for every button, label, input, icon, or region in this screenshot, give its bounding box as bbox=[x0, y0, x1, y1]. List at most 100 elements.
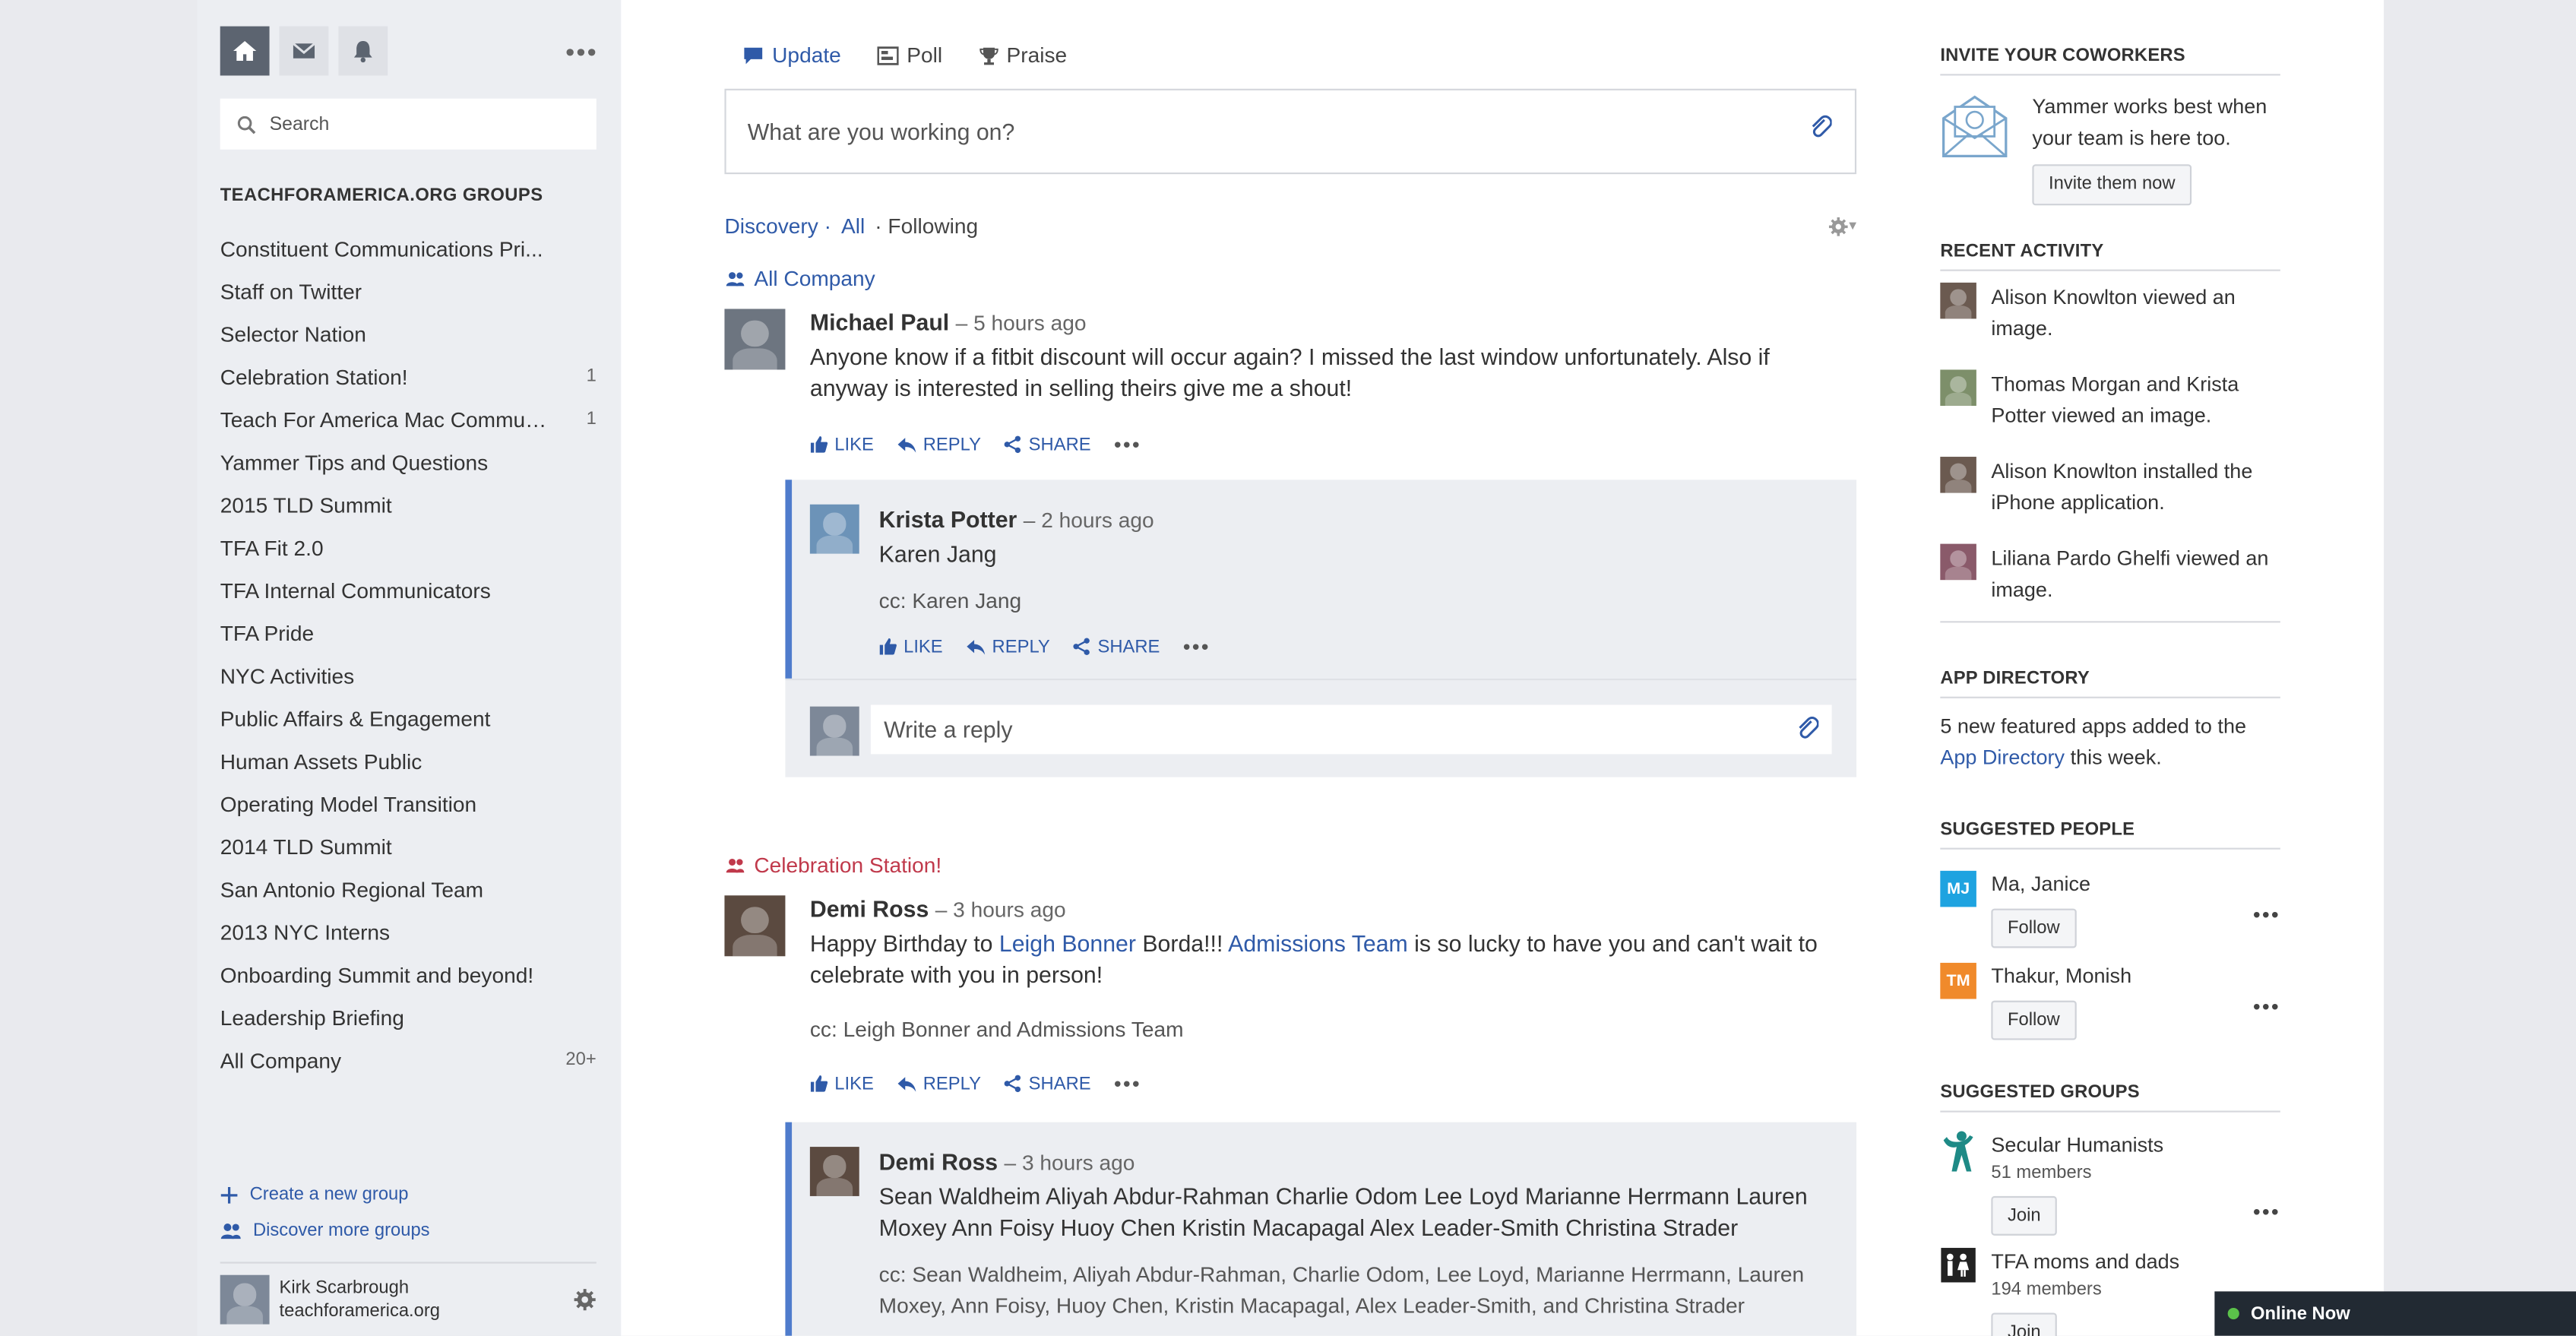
sidebar-group-item[interactable]: 2013 NYC Interns bbox=[220, 910, 597, 953]
more-actions-icon[interactable]: ••• bbox=[1114, 1072, 1141, 1096]
mention-link[interactable]: Leigh Bonner bbox=[999, 930, 1136, 957]
sidebar-group-item[interactable]: 2015 TLD Summit bbox=[220, 483, 597, 526]
sidebar-group-item[interactable]: NYC Activities bbox=[220, 654, 597, 696]
share-icon bbox=[1004, 1075, 1021, 1093]
sidebar-group-item[interactable]: TFA Internal Communicators bbox=[220, 568, 597, 611]
reply-button[interactable]: REPLY bbox=[897, 435, 981, 454]
author-name[interactable]: Demi Ross bbox=[810, 895, 929, 922]
inbox-button[interactable] bbox=[279, 26, 329, 76]
app-directory-text: 5 new featured apps added to the App Dir… bbox=[1940, 714, 2247, 768]
mention-link[interactable]: Karen Jang bbox=[879, 539, 1856, 570]
recent-activity-item[interactable]: Thomas Morgan and Krista Potter viewed a… bbox=[1940, 369, 2280, 430]
create-group-link[interactable]: Create a new group bbox=[220, 1176, 430, 1213]
top-nav bbox=[220, 26, 388, 76]
thread-group-link[interactable]: Celebration Station! bbox=[724, 853, 941, 878]
like-button[interactable]: LIKE bbox=[810, 435, 874, 454]
sidebar-group-item[interactable]: Operating Model Transition bbox=[220, 782, 597, 825]
recent-activity-item[interactable]: Alison Knowlton installed the iPhone app… bbox=[1940, 457, 2280, 518]
filter-all[interactable]: All bbox=[841, 214, 865, 238]
more-actions-icon[interactable]: ••• bbox=[1183, 635, 1210, 659]
like-button[interactable]: LIKE bbox=[810, 1074, 874, 1094]
share-button[interactable]: SHARE bbox=[1004, 435, 1091, 454]
activity-text: Alison Knowlton viewed an image. bbox=[1991, 286, 2236, 340]
sidebar-group-item[interactable]: Leadership Briefing bbox=[220, 996, 597, 1038]
sidebar-group-item[interactable]: Celebration Station! 1 bbox=[220, 355, 597, 397]
reply-author-name[interactable]: Krista Potter bbox=[879, 506, 1017, 533]
share-button[interactable]: SHARE bbox=[1004, 1074, 1091, 1094]
more-actions-icon[interactable]: ••• bbox=[1114, 432, 1141, 457]
group-name[interactable]: TFA moms and dads bbox=[1991, 1247, 2179, 1277]
sidebar-group-item[interactable]: Constituent Communications Pri... bbox=[220, 226, 597, 269]
sidebar-group-item[interactable]: Teach For America Mac Commun... 1 bbox=[220, 397, 597, 440]
discover-groups-link[interactable]: Discover more groups bbox=[220, 1213, 430, 1249]
author-name[interactable]: Michael Paul bbox=[810, 309, 949, 335]
notifications-button[interactable] bbox=[338, 26, 388, 76]
reply-author-avatar[interactable] bbox=[809, 1147, 859, 1196]
reply-author-name[interactable]: Demi Ross bbox=[879, 1148, 998, 1175]
sidebar-group-item[interactable]: Selector Nation bbox=[220, 312, 597, 355]
home-button[interactable] bbox=[220, 26, 270, 76]
like-button[interactable]: LIKE bbox=[879, 637, 943, 657]
thread-group-link[interactable]: All Company bbox=[724, 266, 875, 291]
cc-line: cc: Leigh Bonner and Admissions Team bbox=[809, 1017, 1184, 1042]
mention-link[interactable]: Admissions Team bbox=[1228, 930, 1408, 957]
mention-links[interactable]: Sean Waldheim Aliyah Abdur-Rahman Charli… bbox=[879, 1181, 1856, 1243]
group-name[interactable]: Secular Humanists bbox=[1991, 1130, 2163, 1160]
activity-text: Thomas Morgan and Krista Potter viewed a… bbox=[1991, 372, 2239, 427]
reply-author-avatar[interactable] bbox=[809, 504, 859, 554]
sidebar-group-item[interactable]: TFA Fit 2.0 bbox=[220, 526, 597, 568]
tab-poll[interactable]: Poll bbox=[877, 43, 942, 68]
sidebar-group-item[interactable]: Staff on Twitter bbox=[220, 270, 597, 312]
share-button[interactable]: SHARE bbox=[1073, 637, 1160, 657]
tab-praise[interactable]: Praise bbox=[979, 43, 1067, 68]
attachment-icon[interactable] bbox=[1809, 113, 1832, 140]
app-directory-link[interactable]: App Directory bbox=[1940, 745, 2065, 768]
reply-button[interactable]: REPLY bbox=[966, 637, 1050, 657]
sidebar-group-item[interactable]: 2014 TLD Summit bbox=[220, 825, 597, 867]
sidebar-group-item[interactable]: Yammer Tips and Questions bbox=[220, 440, 597, 483]
reply-button[interactable]: REPLY bbox=[897, 1074, 981, 1094]
sidebar-group-item[interactable]: San Antonio Regional Team bbox=[220, 868, 597, 910]
invite-button[interactable]: Invite them now bbox=[2032, 164, 2192, 205]
person-name[interactable]: Thakur, Monish bbox=[1991, 961, 2131, 992]
follow-button[interactable]: Follow bbox=[1991, 999, 2077, 1040]
publisher-input[interactable]: What are you working on? bbox=[724, 88, 1857, 175]
filter-discovery[interactable]: Discovery · bbox=[724, 214, 831, 238]
tab-update[interactable]: Update bbox=[742, 43, 841, 68]
author-avatar[interactable] bbox=[724, 309, 786, 370]
more-options-icon[interactable]: ••• bbox=[2253, 994, 2280, 1018]
more-options-icon[interactable]: ••• bbox=[565, 40, 598, 69]
group-icon bbox=[726, 857, 745, 872]
group-name: Public Affairs & Engagement bbox=[220, 705, 491, 731]
message-body: Happy Birthday to Leigh Bonner Borda!!! … bbox=[809, 929, 1818, 988]
sidebar-group-item[interactable]: TFA Pride bbox=[220, 611, 597, 654]
recent-activity-item[interactable]: Alison Knowlton viewed an image. bbox=[1940, 282, 2280, 343]
filter-following[interactable]: · Following bbox=[875, 214, 978, 238]
reply-input[interactable]: Write a reply bbox=[870, 704, 1832, 755]
people-icon bbox=[220, 1222, 241, 1239]
follow-button[interactable]: Follow bbox=[1991, 907, 2077, 948]
current-user-avatar bbox=[809, 706, 859, 756]
recent-activity-item[interactable]: Liliana Pardo Ghelfi viewed an image. bbox=[1940, 543, 2280, 605]
settings-gear-icon[interactable] bbox=[574, 1288, 597, 1311]
unread-count: 20+ bbox=[565, 1049, 597, 1070]
sidebar-group-item[interactable]: All Company 20+ bbox=[220, 1038, 597, 1081]
online-now-bar[interactable]: Online Now bbox=[2214, 1291, 2576, 1336]
join-button[interactable]: Join bbox=[1991, 1312, 2058, 1336]
sidebar-group-item[interactable]: Onboarding Summit and beyond! bbox=[220, 953, 597, 996]
search-input[interactable]: Search bbox=[220, 98, 597, 150]
sidebar-group-item[interactable]: Human Assets Public bbox=[220, 739, 597, 782]
join-button[interactable]: Join bbox=[1991, 1195, 2058, 1236]
current-user[interactable]: Kirk Scarbrough teachforamerica.org bbox=[220, 1262, 597, 1335]
person-initials-avatar[interactable]: TM bbox=[1940, 962, 1976, 999]
more-options-icon[interactable]: ••• bbox=[2253, 902, 2280, 926]
person-name[interactable]: Ma, Janice bbox=[1991, 869, 2090, 900]
sidebar-group-item[interactable]: Public Affairs & Engagement bbox=[220, 697, 597, 739]
feed-settings-gear-icon[interactable]: ▾ bbox=[1829, 216, 1856, 236]
author-avatar[interactable] bbox=[724, 895, 786, 957]
reply-message: Krista Potter – 2 hours ago Karen Jang c… bbox=[785, 480, 1857, 679]
more-options-icon[interactable]: ••• bbox=[2253, 1199, 2280, 1224]
person-initials-avatar[interactable]: MJ bbox=[1940, 870, 1976, 907]
attachment-icon[interactable] bbox=[1796, 714, 1819, 741]
group-name: TFA Pride bbox=[220, 620, 315, 645]
